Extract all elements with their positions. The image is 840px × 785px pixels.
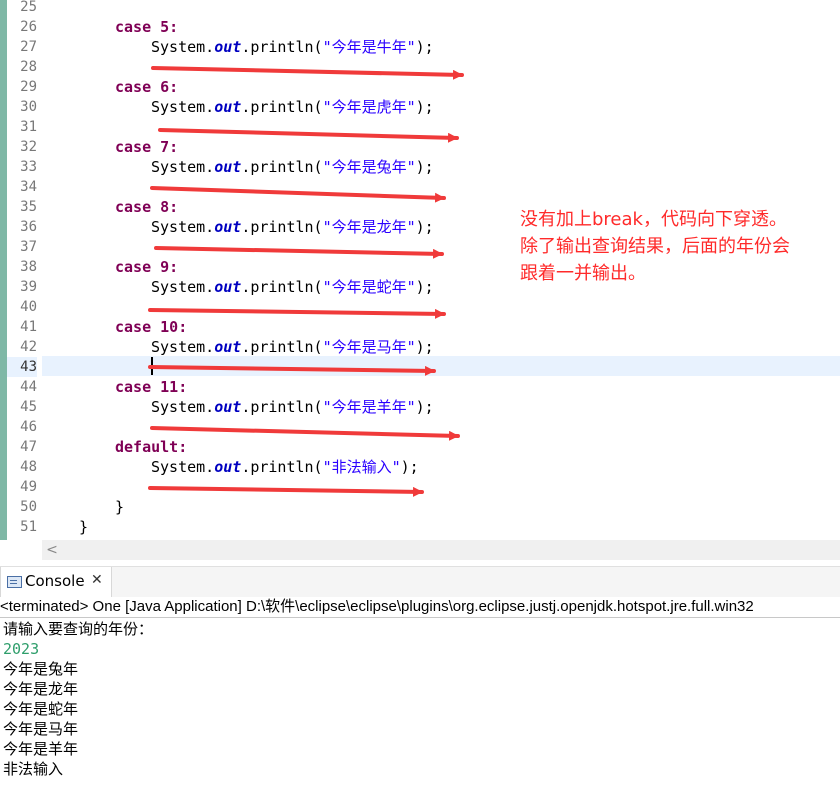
scroll-left-arrow-icon[interactable]: < [44,540,60,560]
annotation-arrow [150,426,460,441]
annotation-note: 没有加上break，代码向下穿透。 除了输出查询结果，后面的年份会 跟着一并输出… [520,206,840,287]
console-tab-label: Console [25,572,85,590]
tab-console[interactable]: Console ✕ [0,567,112,597]
code-editor[interactable]: 25 26 27 28 29 30 31 32 33 34 35 36 37 38 39 40 41 42 43 44… [0,0,840,560]
scrollbar-track[interactable] [42,540,840,560]
console-output-line: 今年是龙年 [3,680,79,698]
close-icon[interactable]: ✕ [91,572,103,588]
console-view: Console ✕ <terminated> One [Java Applica… [0,566,840,785]
annotation-line: 没有加上break，代码向下穿透。 [520,209,787,230]
console-output-line: 请输入要查询的年份： [3,620,154,638]
divider [0,617,840,618]
console-tab-bar: Console ✕ [0,566,840,597]
annotation-line: 除了输出查询结果，后面的年份会 [520,236,790,257]
console-output-line: 非法输入 [3,760,64,778]
console-output-line: 今年是蛇年 [3,700,79,718]
annotation-arrow [148,486,424,497]
console-status-line: <terminated> One [Java Application] D:\软… [0,598,754,615]
console-output-line: 今年是马年 [3,720,79,738]
console-output-line: 今年是羊年 [3,740,79,758]
annotation-arrow [154,246,444,259]
annotation-line: 跟着一并输出。 [520,263,646,284]
annotation-arrow [148,365,436,376]
console-output-line: 今年是兔年 [3,660,79,678]
console-user-input: 2023 [3,640,40,658]
annotation-arrow [158,128,459,143]
annotation-arrow [151,66,464,80]
horizontal-scrollbar[interactable]: < [0,540,840,560]
annotation-arrow [148,308,446,319]
annotation-arrow [150,186,446,203]
console-icon [7,576,22,588]
